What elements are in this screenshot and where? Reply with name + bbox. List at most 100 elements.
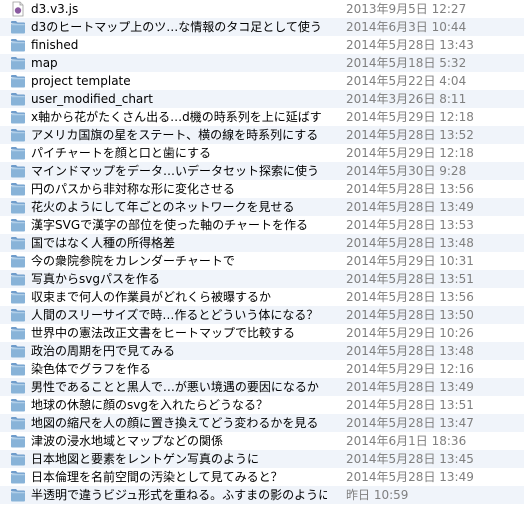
file-name: d3.v3.js [31, 2, 79, 16]
file-row[interactable]: 収束まで何人の作業員がどれくら被曝するか 2014年5月28日 13:56 [0, 288, 524, 306]
file-name: d3のヒートマップ上のツ…な情報のタコ足として使う [31, 20, 322, 34]
file-row[interactable]: 日本地図と要素をレントゲン写真のように 2014年5月28日 13:45 [0, 450, 524, 468]
file-row[interactable]: project template 2014年5月22日 4:04 [0, 72, 524, 90]
file-name: 世界中の憲法改正文書をヒートマップで比較する [31, 326, 296, 340]
file-row[interactable]: 日本倫理を名前空間の汚染として見てみると？ 2014年5月28日 13:49 [0, 468, 524, 486]
list-bottom-padding [0, 504, 524, 519]
file-name: 津波の浸水地域とマップなどの関係 [31, 434, 224, 448]
file-name: 今の衆院参院をカレンダーチャートで [31, 254, 235, 268]
file-row[interactable]: 人間のスリーサイズで時…作るとどういう体になる？ 2014年5月28日 13:50 [0, 306, 524, 324]
folder-icon [10, 289, 26, 305]
file-row[interactable]: 花火のようにして年ごとのネットワークを見せる 2014年5月28日 13:49 [0, 198, 524, 216]
date-modified: 2014年5月22日 4:04 [346, 74, 467, 88]
date-modified: 2014年6月1日 18:36 [346, 434, 467, 448]
file-name: 円のパスから非対称な形に変化させる [31, 182, 236, 196]
folder-icon [10, 451, 26, 467]
file-row[interactable]: 今の衆院参院をカレンダーチャートで 2014年5月29日 10:31 [0, 252, 524, 270]
file-name: user_modified_chart [31, 92, 153, 106]
folder-icon [10, 415, 26, 431]
file-row[interactable]: d3のヒートマップ上のツ…な情報のタコ足として使う 2014年6月3日 10:44 [0, 18, 524, 36]
folder-icon [10, 397, 26, 413]
date-modified: 2014年5月28日 13:49 [346, 470, 474, 484]
folder-icon [10, 37, 26, 53]
date-modified: 2014年5月28日 13:47 [346, 416, 474, 430]
date-modified: 2014年5月28日 13:52 [346, 128, 474, 142]
file-row[interactable]: map 2014年5月18日 5:32 [0, 54, 524, 72]
file-row[interactable]: アメリカ国旗の星をステート、横の線を時系列にする 2014年5月28日 13:52 [0, 126, 524, 144]
folder-icon [10, 469, 26, 485]
folder-icon [10, 253, 26, 269]
file-row[interactable]: finished 2014年5月28日 13:43 [0, 36, 524, 54]
file-name: 染色体でグラフを作る [31, 362, 152, 376]
file-name: 漢字SVGで漢字の部位を使った軸のチャートを作る [31, 218, 309, 232]
file-name: 政治の周期を円で見てみる [31, 344, 176, 358]
date-modified: 2014年3月26日 8:11 [346, 92, 467, 106]
file-row[interactable]: 染色体でグラフを作る 2014年5月29日 12:16 [0, 360, 524, 378]
date-modified: 2014年5月28日 13:49 [346, 200, 474, 214]
folder-icon [10, 433, 26, 449]
file-row[interactable]: 写真からsvgパスを作る 2014年5月28日 13:51 [0, 270, 524, 288]
file-row[interactable]: 津波の浸水地域とマップなどの関係 2014年6月1日 18:36 [0, 432, 524, 450]
folder-icon [10, 19, 26, 35]
folder-icon [10, 343, 26, 359]
date-modified: 2014年5月28日 13:53 [346, 218, 474, 232]
file-row[interactable]: 男性であることと黒人で…が悪い境遇の要因になるか 2014年5月28日 13:49 [0, 378, 524, 396]
folder-icon [10, 127, 26, 143]
file-row[interactable]: 地図の縮尺を人の顔に置き換えてどう変わるかを見る 2014年5月28日 13:47 [0, 414, 524, 432]
folder-icon [10, 325, 26, 341]
folder-icon [10, 145, 26, 161]
file-name: 地球の休憩に顔のsvgを入れたらどうなる？ [31, 398, 268, 412]
file-name: アメリカ国旗の星をステート、横の線を時系列にする [31, 128, 319, 142]
file-row[interactable]: 世界中の憲法改正文書をヒートマップで比較する 2014年5月29日 10:26 [0, 324, 524, 342]
folder-icon [10, 271, 26, 287]
date-modified: 2014年5月29日 12:18 [346, 146, 474, 160]
file-row[interactable]: user_modified_chart 2014年3月26日 8:11 [0, 90, 524, 108]
file-name: 写真からsvgパスを作る [31, 272, 160, 286]
file-name: 半透明で違うビジュ形式を重ねる。ふすまの影のように [31, 488, 327, 502]
folder-icon [10, 487, 26, 503]
file-row[interactable]: マインドマップをデータ…いデータセット探索に使う 2014年5月30日 9:28 [0, 162, 524, 180]
file-name: 男性であることと黒人で…が悪い境遇の要因になるか [31, 380, 319, 394]
date-modified: 2014年5月28日 13:51 [346, 398, 474, 412]
file-name: 日本倫理を名前空間の汚染として見てみると？ [31, 470, 283, 484]
folder-icon [10, 379, 26, 395]
folder-icon [10, 217, 26, 233]
date-modified: 2014年6月3日 10:44 [346, 20, 467, 34]
file-name: 人間のスリーサイズで時…作るとどういう体になる？ [31, 308, 319, 322]
file-row[interactable]: 漢字SVGで漢字の部位を使った軸のチャートを作る 2014年5月28日 13:53 [0, 216, 524, 234]
js-file-icon [10, 1, 26, 17]
file-row[interactable]: d3.v3.js 2013年9月5日 12:27 [0, 0, 524, 18]
date-modified: 2013年9月5日 12:27 [346, 2, 467, 16]
file-name: 地図の縮尺を人の顔に置き換えてどう変わるかを見る [31, 416, 319, 430]
date-modified: 2014年5月30日 9:28 [346, 164, 467, 178]
file-row[interactable]: 政治の周期を円で見てみる 2014年5月28日 13:48 [0, 342, 524, 360]
date-modified: 2014年5月28日 13:45 [346, 452, 474, 466]
file-name: 花火のようにして年ごとのネットワークを見せる [31, 200, 295, 214]
date-modified: 2014年5月29日 10:26 [346, 326, 474, 340]
file-row[interactable]: x軸から花がたくさん出る…d機の時系列を上に延ばす 2014年5月29日 12:1… [0, 108, 524, 126]
date-modified: 昨日 10:59 [346, 488, 409, 502]
date-modified: 2014年5月28日 13:51 [346, 272, 474, 286]
file-name: project template [31, 74, 131, 88]
file-row[interactable]: パイチャートを顔と口と歯にする 2014年5月29日 12:18 [0, 144, 524, 162]
file-row[interactable]: 地球の休憩に顔のsvgを入れたらどうなる？ 2014年5月28日 13:51 [0, 396, 524, 414]
date-modified: 2014年5月28日 13:49 [346, 380, 474, 394]
file-row[interactable]: 国ではなく人種の所得格差 2014年5月28日 13:48 [0, 234, 524, 252]
folder-icon [10, 181, 26, 197]
folder-icon [10, 235, 26, 251]
file-row[interactable]: 半透明で違うビジュ形式を重ねる。ふすまの影のように 昨日 10:59 [0, 486, 524, 504]
folder-icon [10, 361, 26, 377]
file-row[interactable]: 円のパスから非対称な形に変化させる 2014年5月28日 13:56 [0, 180, 524, 198]
date-modified: 2014年5月28日 13:43 [346, 38, 474, 52]
file-name: 日本地図と要素をレントゲン写真のように [31, 452, 260, 466]
file-name: finished [31, 38, 79, 52]
date-modified: 2014年5月29日 12:18 [346, 110, 474, 124]
date-modified: 2014年5月29日 12:16 [346, 362, 474, 376]
file-name: マインドマップをデータ…いデータセット探索に使う [31, 164, 320, 178]
date-modified: 2014年5月28日 13:50 [346, 308, 474, 322]
folder-icon [10, 307, 26, 323]
date-modified: 2014年5月28日 13:56 [346, 290, 474, 304]
file-name: パイチャートを顔と口と歯にする [31, 146, 212, 160]
folder-icon [10, 199, 26, 215]
date-modified: 2014年5月28日 13:56 [346, 182, 474, 196]
